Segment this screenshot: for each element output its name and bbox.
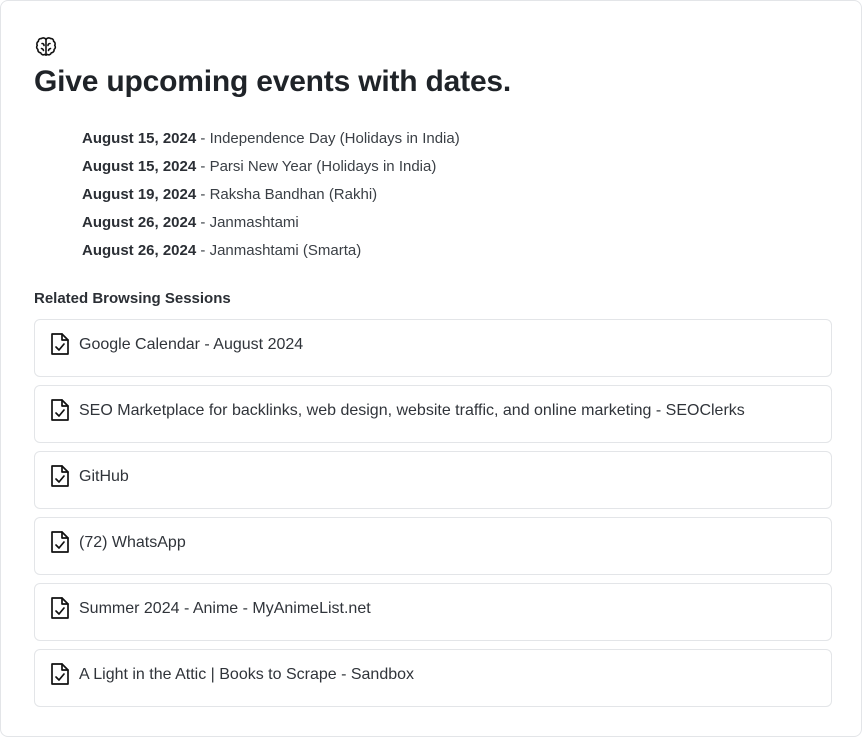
event-separator: - [196,130,210,147]
session-title: Google Calendar - August 2024 [79,336,304,353]
session-title: (72) WhatsApp [79,534,186,551]
document-check-icon [51,531,69,553]
answer-card: Give upcoming events with dates. August … [0,0,862,737]
event-item: August 15, 2024 - Independence Day (Holi… [82,128,460,156]
session-item[interactable]: GitHub [34,451,832,509]
event-date: August 19, 2024 [82,186,197,203]
session-item[interactable]: Summer 2024 - Anime - MyAnimeList.net [34,583,832,641]
brain-icon [35,37,57,56]
event-name: Parsi New Year (Holidays in India) [209,158,437,175]
event-date: August 15, 2024 [82,130,197,147]
document-check-icon [51,663,69,685]
event-name: Independence Day (Holidays in India) [209,130,460,147]
related-sessions-heading: Related Browsing Sessions [34,290,231,307]
event-name: Janmashtami (Smarta) [209,242,362,259]
event-date: August 26, 2024 [82,242,197,259]
session-title: A Light in the Attic | Books to Scrape -… [79,666,415,683]
event-item: August 15, 2024 - Parsi New Year (Holida… [82,156,460,184]
events-list: August 15, 2024 - Independence Day (Holi… [82,128,460,268]
session-item[interactable]: A Light in the Attic | Books to Scrape -… [34,649,832,707]
event-separator: - [196,186,210,203]
event-date: August 26, 2024 [82,214,197,231]
document-check-icon [51,465,69,487]
session-title: Summer 2024 - Anime - MyAnimeList.net [79,600,371,617]
document-check-icon [51,333,69,355]
event-name: Raksha Bandhan (Rakhi) [209,186,378,203]
event-separator: - [196,158,210,175]
session-item[interactable]: SEO Marketplace for backlinks, web desig… [34,385,832,443]
session-title: SEO Marketplace for backlinks, web desig… [79,402,745,419]
session-title: GitHub [79,468,129,485]
document-check-icon [51,597,69,619]
related-sessions-list: Google Calendar - August 2024 SEO Market… [34,319,832,715]
event-name: Janmashtami [209,214,299,231]
event-item: August 26, 2024 - Janmashtami (Smarta) [82,240,460,268]
session-item[interactable]: Google Calendar - August 2024 [34,319,832,377]
event-date: August 15, 2024 [82,158,197,175]
document-check-icon [51,399,69,421]
event-separator: - [196,214,210,231]
page-title: Give upcoming events with dates. [34,65,512,98]
event-separator: - [196,242,210,259]
event-item: August 26, 2024 - Janmashtami [82,212,460,240]
event-item: August 19, 2024 - Raksha Bandhan (Rakhi) [82,184,460,212]
session-item[interactable]: (72) WhatsApp [34,517,832,575]
